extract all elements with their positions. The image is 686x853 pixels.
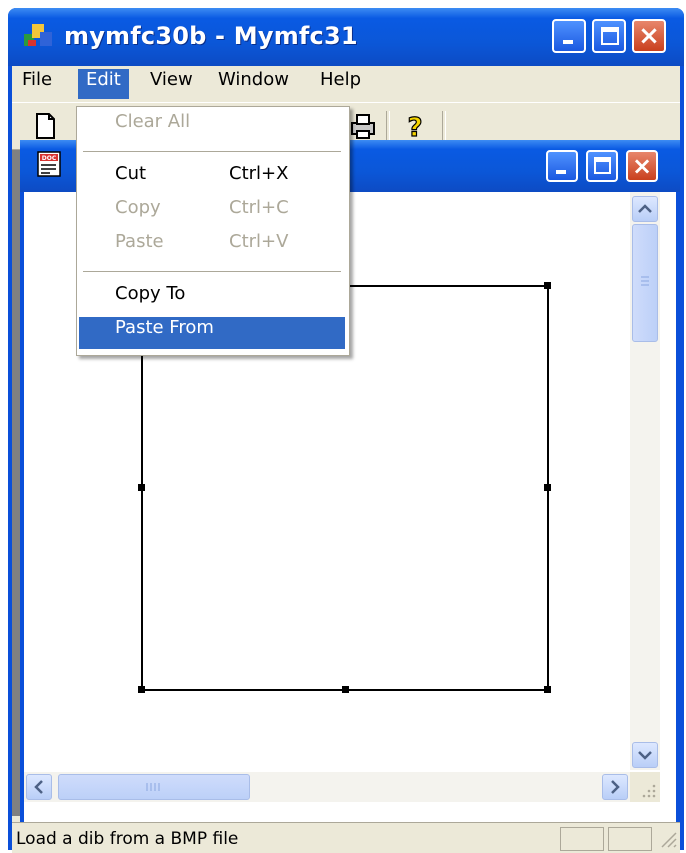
app-icon xyxy=(24,24,52,46)
scroll-down-button[interactable] xyxy=(632,742,658,768)
menu-item-paste[interactable]: Paste Ctrl+V xyxy=(79,231,345,263)
size-grip[interactable] xyxy=(630,772,660,802)
window-title: mymfc30b - Mymfc31 xyxy=(64,22,358,50)
status-bar: Load a dib from a BMP file xyxy=(12,822,680,853)
scroll-left-button[interactable] xyxy=(26,774,52,800)
document-icon: DOC xyxy=(37,151,61,177)
menu-item-shortcut: Ctrl+X xyxy=(229,163,289,184)
maximize-button[interactable] xyxy=(592,19,626,53)
handle-bottom-left xyxy=(138,686,145,693)
scroll-right-button[interactable] xyxy=(602,774,628,800)
vertical-scrollbar[interactable] xyxy=(630,192,660,770)
menu-view[interactable]: View xyxy=(142,69,201,99)
menu-separator xyxy=(83,151,341,152)
horizontal-scrollbar[interactable] xyxy=(24,772,630,802)
resize-grip-icon[interactable] xyxy=(658,829,678,851)
minimize-button[interactable] xyxy=(552,19,586,53)
handle-middle-right xyxy=(544,484,551,491)
grip-icon xyxy=(146,783,160,791)
menu-item-copy-to[interactable]: Copy To xyxy=(79,283,345,315)
menu-bar: File Edit View Window Help xyxy=(12,66,680,102)
menu-item-shortcut: Ctrl+C xyxy=(229,197,289,218)
close-button[interactable]: × xyxy=(632,19,666,53)
edit-menu-dropdown: Clear All Cut Ctrl+X Copy Ctrl+C Paste C… xyxy=(76,106,350,356)
title-bar[interactable]: mymfc30b - Mymfc31 × xyxy=(8,8,684,66)
menu-window[interactable]: Window xyxy=(210,69,297,99)
maximize-icon xyxy=(601,27,619,45)
menu-item-paste-from[interactable]: Paste From xyxy=(79,317,345,349)
new-file-icon[interactable] xyxy=(30,111,60,141)
handle-top-right xyxy=(544,282,551,289)
status-pane xyxy=(560,827,604,851)
document-maximize-button[interactable] xyxy=(586,150,618,182)
minimize-icon xyxy=(556,170,566,174)
menu-item-shortcut: Ctrl+V xyxy=(229,231,289,252)
menu-item-label: Copy To xyxy=(115,283,186,304)
toolbar-separator xyxy=(386,111,390,141)
chevron-right-icon xyxy=(611,780,620,794)
minimize-icon xyxy=(563,40,573,44)
horizontal-scroll-thumb[interactable] xyxy=(58,774,250,800)
menu-help[interactable]: Help xyxy=(312,69,369,99)
chevron-left-icon xyxy=(34,780,43,794)
scroll-up-button[interactable] xyxy=(632,196,658,222)
status-text: Load a dib from a BMP file xyxy=(16,829,239,849)
menu-item-label: Copy xyxy=(115,197,161,218)
toolbar-separator xyxy=(442,111,446,141)
menu-item-cut[interactable]: Cut Ctrl+X xyxy=(79,163,345,195)
grip-icon xyxy=(641,276,649,286)
menu-item-clear-all[interactable]: Clear All xyxy=(79,111,345,143)
status-pane xyxy=(608,827,652,851)
document-close-button[interactable]: × xyxy=(626,150,658,182)
print-icon[interactable] xyxy=(348,111,378,141)
chevron-up-icon xyxy=(638,204,652,213)
chevron-down-icon xyxy=(638,751,652,760)
handle-middle-left xyxy=(138,484,145,491)
menu-edit[interactable]: Edit xyxy=(78,69,129,99)
menu-item-label: Paste xyxy=(115,231,164,252)
maximize-icon xyxy=(594,157,611,174)
menu-item-label: Paste From xyxy=(115,317,214,338)
svg-text:DOC: DOC xyxy=(42,155,57,162)
handle-bottom-right xyxy=(544,686,551,693)
menu-file[interactable]: File xyxy=(14,69,60,99)
menu-item-label: Cut xyxy=(115,163,147,184)
close-icon: × xyxy=(631,152,653,180)
menu-item-label: Clear All xyxy=(115,111,191,132)
help-icon[interactable]: ? xyxy=(400,111,430,141)
handle-bottom-middle xyxy=(342,686,349,693)
menu-item-copy[interactable]: Copy Ctrl+C xyxy=(79,197,345,229)
svg-text:?: ? xyxy=(407,113,422,141)
document-minimize-button[interactable] xyxy=(546,150,578,182)
menu-separator xyxy=(83,271,341,272)
vertical-scroll-thumb[interactable] xyxy=(632,224,658,342)
resize-grip-icon xyxy=(642,784,656,798)
close-icon: × xyxy=(638,21,660,51)
